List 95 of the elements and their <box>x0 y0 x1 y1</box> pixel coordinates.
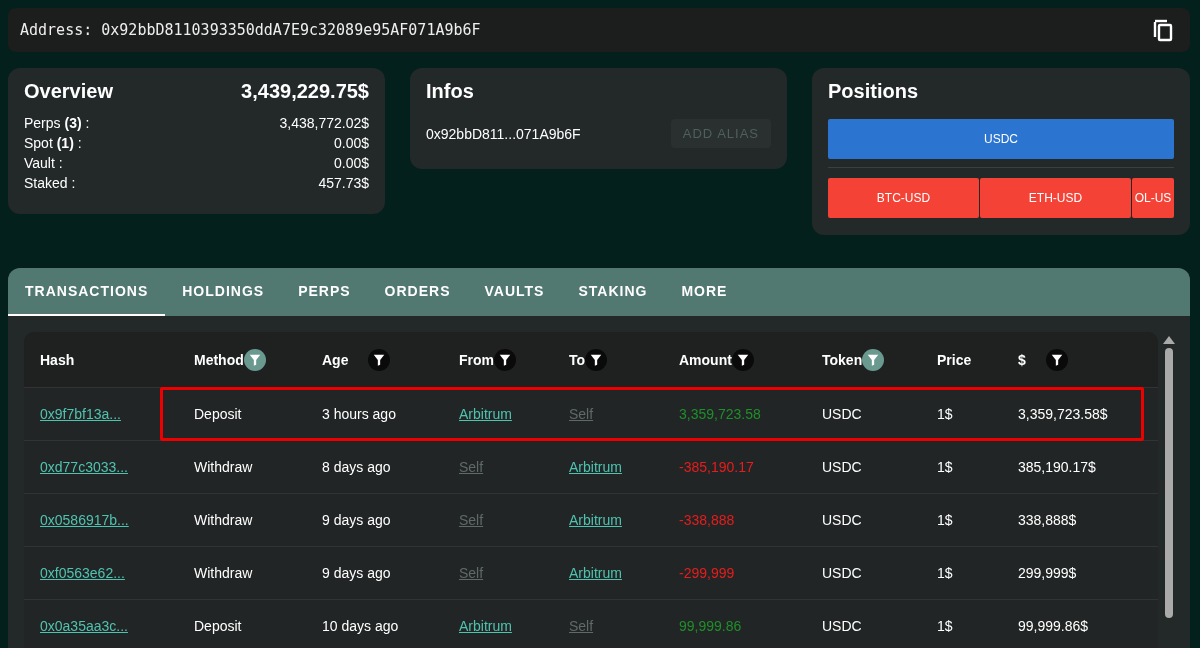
filter-icon <box>498 352 512 367</box>
price-cell: 1$ <box>937 565 953 581</box>
age-cell: 10 days ago <box>322 618 399 634</box>
column-header: Age <box>322 351 349 368</box>
position-block[interactable]: ETH-USD <box>980 178 1131 218</box>
age-cell: 8 days ago <box>322 459 391 475</box>
tab[interactable]: VAULTS <box>467 268 562 316</box>
overview-value: 0.00$ <box>333 134 369 153</box>
method-cell: Deposit <box>194 406 242 422</box>
column-header: Price <box>937 351 972 368</box>
usd-cell: 99,999.86$ <box>1018 618 1089 634</box>
amount-cell: 3,359,723.58 <box>679 406 761 422</box>
hash-link[interactable]: 0xd77c3033... <box>40 459 128 475</box>
self-link[interactable]: Self <box>459 459 484 475</box>
column-header: From <box>459 351 494 368</box>
self-link[interactable]: Self <box>459 512 484 528</box>
usd-cell: 338,888$ <box>1018 512 1077 528</box>
token-cell: USDC <box>822 618 862 634</box>
filter-icon <box>589 352 604 367</box>
column-header: Hash <box>40 351 75 368</box>
card-title: Positions <box>828 80 918 102</box>
token-cell: USDC <box>822 459 862 475</box>
column-header: $ <box>1018 351 1026 368</box>
tab[interactable]: MORE <box>664 268 745 316</box>
self-link[interactable]: Self <box>569 406 594 422</box>
price-cell: 1$ <box>937 512 953 528</box>
method-cell: Withdraw <box>194 459 253 475</box>
position-block[interactable]: OL-US <box>1132 178 1174 218</box>
filter-icon <box>866 352 881 367</box>
filter-icon <box>372 352 387 367</box>
method-cell: Deposit <box>194 618 242 634</box>
tab[interactable]: PERPS <box>281 268 368 316</box>
filter-button[interactable] <box>585 348 608 371</box>
card-title: Overview <box>24 80 113 103</box>
hash-link[interactable]: 0x0586917b... <box>40 512 129 528</box>
token-cell: USDC <box>822 406 862 422</box>
total-value: 3,439,229.75$ <box>241 80 369 103</box>
overview-label: Perps (3) : <box>24 114 90 133</box>
filter-icon <box>735 352 750 367</box>
age-cell: 9 days ago <box>322 512 391 528</box>
amount-cell: 99,999.86 <box>679 618 742 634</box>
amount-cell: -385,190.17 <box>679 459 754 475</box>
hash-link[interactable]: 0xf0563e62... <box>40 565 125 581</box>
filter-icon <box>1049 352 1064 367</box>
age-cell: 9 days ago <box>322 565 391 581</box>
method-cell: Withdraw <box>194 512 253 528</box>
filter-button[interactable] <box>243 348 266 371</box>
filter-button[interactable] <box>494 348 516 371</box>
filter-button[interactable] <box>368 348 391 371</box>
filter-button[interactable] <box>1045 348 1068 371</box>
hash-link[interactable]: 0x9f7bf13a... <box>40 406 121 422</box>
token-cell: USDC <box>822 565 862 581</box>
copy-icon[interactable] <box>1152 18 1174 42</box>
card-title: Infos <box>426 80 474 102</box>
price-cell: 1$ <box>937 618 953 634</box>
overview-label: Staked : <box>24 174 76 193</box>
tab[interactable]: STAKING <box>561 268 665 316</box>
price-cell: 1$ <box>937 459 953 475</box>
filter-button[interactable] <box>862 348 885 371</box>
column-header: To <box>569 351 586 368</box>
usd-cell: 3,359,723.58$ <box>1018 406 1108 422</box>
usd-cell: 385,190.17$ <box>1018 459 1096 475</box>
filter-button[interactable] <box>731 348 754 371</box>
amount-cell: -299,999 <box>679 565 735 581</box>
usd-cell: 299,999$ <box>1018 565 1077 581</box>
tab[interactable]: ORDERS <box>367 268 468 316</box>
overview-label: Vault : <box>24 154 63 173</box>
method-cell: Withdraw <box>194 565 253 581</box>
position-block[interactable]: USDC <box>828 119 1174 159</box>
column-header: Amount <box>679 351 732 368</box>
column-header: Token <box>822 351 863 368</box>
filter-icon <box>247 352 262 367</box>
short-address: 0x92bbD811...071A9b6F <box>426 125 581 142</box>
overview-label: Spot (1) : <box>24 134 82 153</box>
amount-cell: -338,888 <box>679 512 735 528</box>
chain-link[interactable]: Arbitrum <box>569 459 622 475</box>
chain-link[interactable]: Arbitrum <box>569 565 622 581</box>
overview-value: 3,438,772.02$ <box>279 114 369 133</box>
self-link[interactable]: Self <box>569 618 594 634</box>
chain-link[interactable]: Arbitrum <box>569 512 622 528</box>
scroll-up-icon[interactable] <box>1163 336 1175 344</box>
tab[interactable]: HOLDINGS <box>165 268 282 316</box>
age-cell: 3 hours ago <box>322 406 396 422</box>
price-cell: 1$ <box>937 406 953 422</box>
overview-value: 457.73$ <box>318 174 369 193</box>
chain-link[interactable]: Arbitrum <box>459 406 512 422</box>
tab[interactable]: TRANSACTIONS <box>8 268 166 316</box>
self-link[interactable]: Self <box>459 565 484 581</box>
hash-link[interactable]: 0x0a35aa3c... <box>40 618 128 634</box>
chain-link[interactable]: Arbitrum <box>459 618 512 634</box>
column-header: Method <box>194 351 244 368</box>
address-text: Address: 0x92bbD8110393350ddA7E9c32089e95AF071A9b6F <box>20 21 481 39</box>
token-cell: USDC <box>822 512 862 528</box>
overview-value: 0.00$ <box>333 154 369 173</box>
position-block[interactable]: BTC-USD <box>828 178 979 218</box>
